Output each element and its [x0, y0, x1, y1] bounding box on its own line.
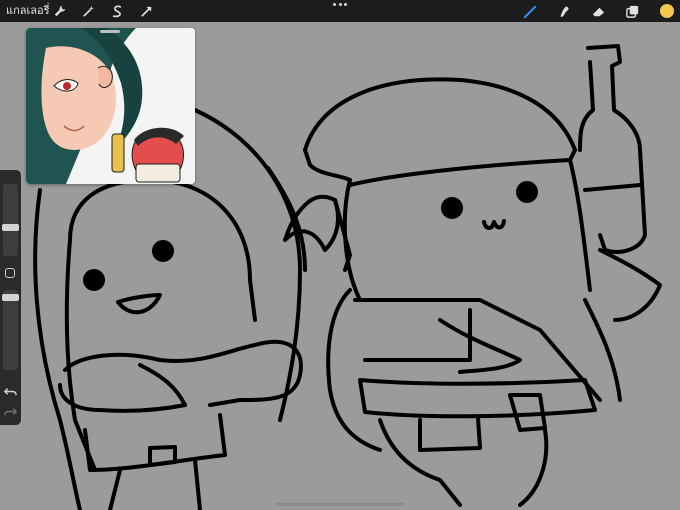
wrench-icon[interactable] — [50, 2, 68, 20]
modify-button[interactable] — [5, 268, 15, 278]
brush-size-thumb[interactable] — [2, 224, 19, 231]
reference-image[interactable] — [26, 28, 195, 184]
selection-icon[interactable] — [108, 2, 126, 20]
gallery-button[interactable]: แกลเลอรี่ — [6, 2, 50, 20]
top-toolbar: แกลเลอรี่ — [0, 0, 680, 22]
opacity-slider[interactable] — [3, 290, 18, 370]
opacity-thumb[interactable] — [2, 294, 19, 301]
home-indicator — [276, 503, 404, 506]
current-color-swatch[interactable] — [660, 4, 674, 18]
brush-size-slider[interactable] — [3, 184, 18, 256]
redo-icon[interactable] — [3, 404, 18, 419]
magic-wand-icon[interactable] — [79, 2, 97, 20]
side-toolbar — [0, 170, 21, 425]
transform-icon[interactable] — [137, 2, 155, 20]
reference-grip[interactable] — [100, 30, 120, 33]
eraser-icon[interactable] — [589, 2, 607, 20]
brush-icon[interactable] — [521, 2, 539, 20]
smudge-icon[interactable] — [555, 2, 573, 20]
more-dots-icon[interactable] — [333, 3, 347, 9]
layers-icon[interactable] — [623, 2, 641, 20]
undo-icon[interactable] — [3, 384, 18, 399]
